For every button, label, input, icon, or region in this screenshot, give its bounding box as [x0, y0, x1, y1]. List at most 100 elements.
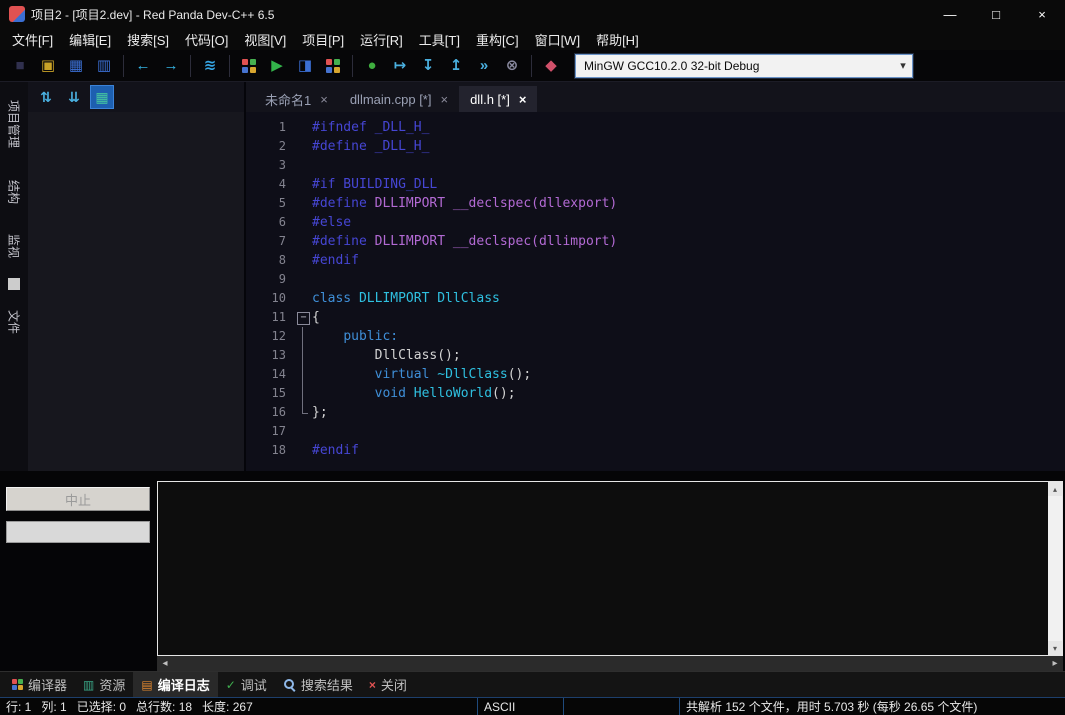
- class-browser-icon: ▦: [95, 89, 108, 106]
- code-text: #define DLLIMPORT __declspec(dllexport): [312, 194, 617, 213]
- step-into-button[interactable]: ↧: [415, 53, 441, 79]
- continue-icon: »: [480, 58, 488, 73]
- editor-tab-1[interactable]: 未命名1×: [254, 86, 339, 112]
- compile-log-panel[interactable]: ▴ ▾: [157, 481, 1063, 656]
- rail-tab-3[interactable]: 监视: [0, 222, 28, 270]
- code-editor[interactable]: 1#ifndef _DLL_H_2#define _DLL_H_34#if BU…: [246, 112, 1065, 471]
- menu-item-4[interactable]: 代码[O]: [177, 28, 236, 51]
- menu-item-8[interactable]: 工具[T]: [411, 28, 468, 51]
- close-tab-icon[interactable]: ×: [440, 92, 448, 107]
- menu-item-5[interactable]: 视图[V]: [236, 28, 294, 51]
- compile-run-icon: ◨: [298, 58, 312, 73]
- reformat-button[interactable]: ≋: [197, 53, 223, 79]
- fold-gutter: [296, 137, 312, 156]
- back-button[interactable]: ←: [130, 53, 156, 79]
- debug-button[interactable]: ●: [359, 53, 385, 79]
- open-button[interactable]: ▣: [35, 53, 61, 79]
- vertical-scrollbar[interactable]: ▴ ▾: [1048, 482, 1062, 655]
- abort-button[interactable]: 中止: [6, 487, 150, 511]
- close-tab-icon[interactable]: ×: [320, 92, 328, 107]
- rail-tab-2[interactable]: 结构: [0, 168, 28, 216]
- scroll-down-icon[interactable]: ▾: [1048, 641, 1062, 655]
- maximize-button[interactable]: □: [973, 0, 1019, 28]
- line-number: 11: [246, 308, 296, 327]
- rail-indicator: [8, 278, 20, 290]
- rebuild-button[interactable]: [320, 53, 346, 79]
- menu-item-10[interactable]: 窗口[W]: [527, 28, 589, 51]
- save-all-button[interactable]: ▥: [91, 53, 117, 79]
- compile-button[interactable]: [236, 53, 262, 79]
- bottom-tab-1[interactable]: 编译器: [4, 672, 75, 697]
- continue-button[interactable]: »: [471, 53, 497, 79]
- code-text: };: [312, 403, 328, 422]
- sort-alpha-button[interactable]: ⇊: [62, 85, 86, 109]
- fold-gutter: [296, 213, 312, 232]
- vertical-scroll-track[interactable]: [1048, 496, 1062, 641]
- rail-tab-1[interactable]: 项目管理: [0, 86, 28, 162]
- code-text: public:: [312, 327, 398, 346]
- class-browser-button[interactable]: ▦: [90, 85, 114, 109]
- menu-item-9[interactable]: 重构[C]: [468, 28, 527, 51]
- menu-item-6[interactable]: 项目[P]: [294, 28, 352, 51]
- rail-tab-label: 文件: [6, 310, 23, 334]
- status-section-2: ASCII: [478, 698, 564, 715]
- save-all-icon: ▥: [97, 58, 111, 73]
- line-number: 12: [246, 327, 296, 346]
- reformat-icon: ≋: [204, 58, 217, 73]
- step-out-button[interactable]: ↥: [443, 53, 469, 79]
- code-line-9: 9: [246, 270, 1065, 289]
- close-tab-icon[interactable]: ×: [519, 92, 527, 107]
- new-button[interactable]: ■: [7, 53, 33, 79]
- bottom-tab-5[interactable]: 搜索结果: [275, 672, 361, 697]
- minimize-button[interactable]: —: [927, 0, 973, 28]
- forward-button[interactable]: →: [158, 53, 184, 79]
- line-number: 6: [246, 213, 296, 232]
- fold-gutter: [296, 118, 312, 137]
- side-rail: 项目管理结构监视文件: [0, 82, 28, 471]
- scroll-right-icon[interactable]: ▸: [1047, 656, 1063, 671]
- menu-item-3[interactable]: 搜索[S]: [119, 28, 177, 51]
- rail-tab-4[interactable]: 文件: [0, 298, 28, 346]
- horizontal-scrollbar[interactable]: ◂ ▸: [157, 656, 1063, 671]
- line-number: 17: [246, 422, 296, 441]
- fold-marker[interactable]: [296, 308, 312, 327]
- menu-item-2[interactable]: 编辑[E]: [61, 28, 119, 51]
- bottom-tab-3[interactable]: ▤编译日志: [133, 672, 217, 697]
- compile-run-button[interactable]: ◨: [292, 53, 318, 79]
- bottom-tab-icon-2: ▥: [83, 679, 94, 691]
- editor-tab-3[interactable]: dll.h [*]×: [459, 86, 537, 112]
- bottom-tab-2[interactable]: ▥ 资源: [75, 672, 133, 697]
- stop-button[interactable]: ⊗: [499, 53, 525, 79]
- fold-gutter: [296, 289, 312, 308]
- step-out-icon: ↥: [450, 58, 463, 73]
- menu-item-7[interactable]: 运行[R]: [352, 28, 411, 51]
- code-line-17: 17: [246, 422, 1065, 441]
- code-line-7: 7#define DLLIMPORT __declspec(dllimport): [246, 232, 1065, 251]
- window-controls: — □ ×: [927, 0, 1065, 28]
- app-icon: [9, 6, 25, 22]
- run-button[interactable]: ▶: [264, 53, 290, 79]
- save-button[interactable]: ▦: [63, 53, 89, 79]
- code-text: void HelloWorld();: [312, 384, 516, 403]
- scroll-up-icon[interactable]: ▴: [1048, 482, 1062, 496]
- line-number: 15: [246, 384, 296, 403]
- compiler-set-select[interactable]: MinGW GCC10.2.0 32-bit Debug ▾: [575, 54, 913, 78]
- menu-item-11[interactable]: 帮助[H]: [588, 28, 647, 51]
- bottom-tab-icon-4: ✓: [226, 679, 236, 691]
- sort-by-type-button[interactable]: ⇅: [34, 85, 58, 109]
- line-number: 10: [246, 289, 296, 308]
- code-line-6: 6 #else: [246, 213, 1065, 232]
- editor-tab-2[interactable]: dllmain.cpp [*]×: [339, 86, 459, 112]
- step-over-button[interactable]: ↦: [387, 53, 413, 79]
- bottom-tab-6[interactable]: ×关闭: [361, 672, 415, 697]
- profile-button[interactable]: ◆: [538, 53, 564, 79]
- bottom-tab-label: 资源: [99, 675, 125, 694]
- code-text: #else: [312, 213, 351, 232]
- scroll-left-icon[interactable]: ◂: [157, 656, 173, 671]
- project-tree[interactable]: [28, 112, 244, 471]
- close-button[interactable]: ×: [1019, 0, 1065, 28]
- bottom-tab-4[interactable]: ✓调试: [218, 672, 275, 697]
- menu-item-1[interactable]: 文件[F]: [4, 28, 61, 51]
- fold-gutter: [296, 270, 312, 289]
- menu-bar: 文件[F]编辑[E]搜索[S]代码[O]视图[V]项目[P]运行[R]工具[T]…: [0, 28, 1065, 50]
